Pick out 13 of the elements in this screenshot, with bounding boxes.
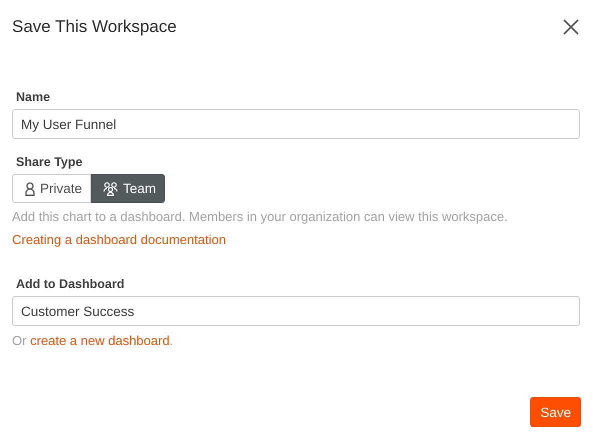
person-icon [25, 182, 35, 196]
share-type-option[interactable]: Team [91, 174, 166, 203]
field-label: Name [16, 90, 52, 104]
help-text: Add this chart to a dashboard. Members in your organization can view this workspace. [12, 209, 509, 224]
dialog-title: Save This Workspace [12, 17, 177, 37]
close-icon[interactable] [563, 19, 579, 35]
share-type-option[interactable]: Private [12, 174, 92, 203]
field-label: Share Type [16, 155, 84, 169]
dashboard-field[interactable]: Customer Success [12, 296, 580, 326]
hint-text: Or create a new dashboard. [12, 333, 174, 348]
field-label: Add to Dashboard [16, 277, 126, 291]
group-icon [103, 182, 118, 196]
name-field[interactable]: My User Funnel [12, 109, 580, 139]
